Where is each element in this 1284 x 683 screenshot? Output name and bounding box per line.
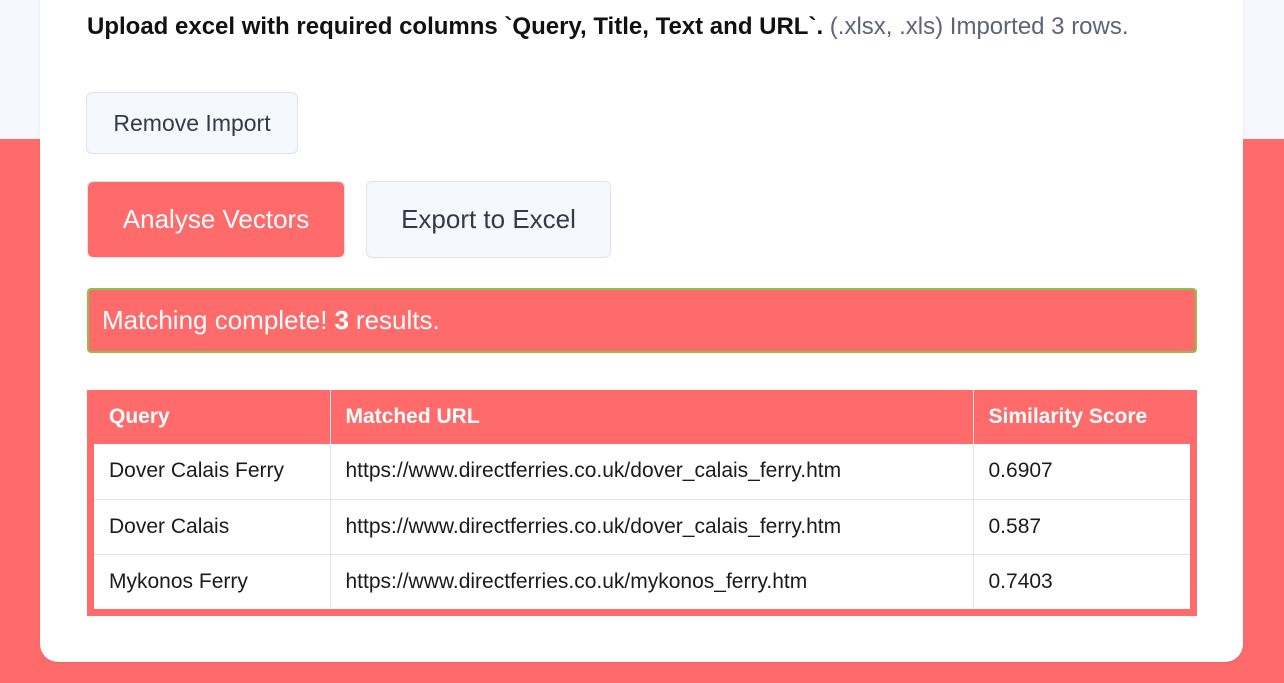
results-table-container: Query Matched URL Similarity Score Dover… — [87, 390, 1197, 616]
export-to-excel-button[interactable]: Export to Excel — [366, 181, 611, 258]
upload-required-columns: Upload excel with required columns `Quer… — [87, 13, 824, 40]
alert-prefix: Matching complete! — [102, 305, 328, 335]
alert-suffix: results. — [355, 305, 440, 335]
cell-query: Dover Calais Ferry — [94, 444, 330, 499]
cell-matched-url: https://www.directferries.co.uk/dover_ca… — [329, 498, 973, 554]
remove-import-button[interactable]: Remove Import — [86, 92, 298, 154]
column-header-query: Query — [109, 405, 170, 428]
cell-query: Dover Calais — [94, 498, 330, 554]
table-header-row: Query Matched URL Similarity Score — [94, 390, 1190, 444]
cell-query: Mykonos Ferry — [94, 553, 330, 609]
cell-similarity-score: 0.6907 — [972, 444, 1190, 499]
cell-similarity-score: 0.587 — [972, 498, 1190, 554]
table-row: Dover Calais Ferry https://www.directfer… — [94, 444, 1190, 499]
column-header-similarity-score: Similarity Score — [972, 390, 1190, 444]
cell-matched-url: https://www.directferries.co.uk/dover_ca… — [329, 444, 973, 499]
column-header-matched-url: Matched URL — [329, 390, 973, 444]
upload-formats: (.xlsx, .xls) — [829, 13, 944, 40]
matching-complete-alert: Matching complete! 3 results. — [87, 288, 1197, 353]
analyse-vectors-button[interactable]: Analyse Vectors — [87, 181, 345, 258]
table-row: Dover Calais https://www.directferries.c… — [94, 498, 1190, 554]
alert-result-count: 3 — [334, 305, 349, 335]
cell-matched-url: https://www.directferries.co.uk/mykonos_… — [329, 553, 973, 609]
cell-similarity-score: 0.7403 — [972, 553, 1190, 609]
results-table: Query Matched URL Similarity Score Dover… — [94, 390, 1190, 609]
upload-instructions: Upload excel with required columns `Quer… — [87, 4, 1207, 49]
table-row: Mykonos Ferry https://www.directferries.… — [94, 553, 1190, 609]
import-status: Imported 3 rows. — [949, 13, 1129, 40]
